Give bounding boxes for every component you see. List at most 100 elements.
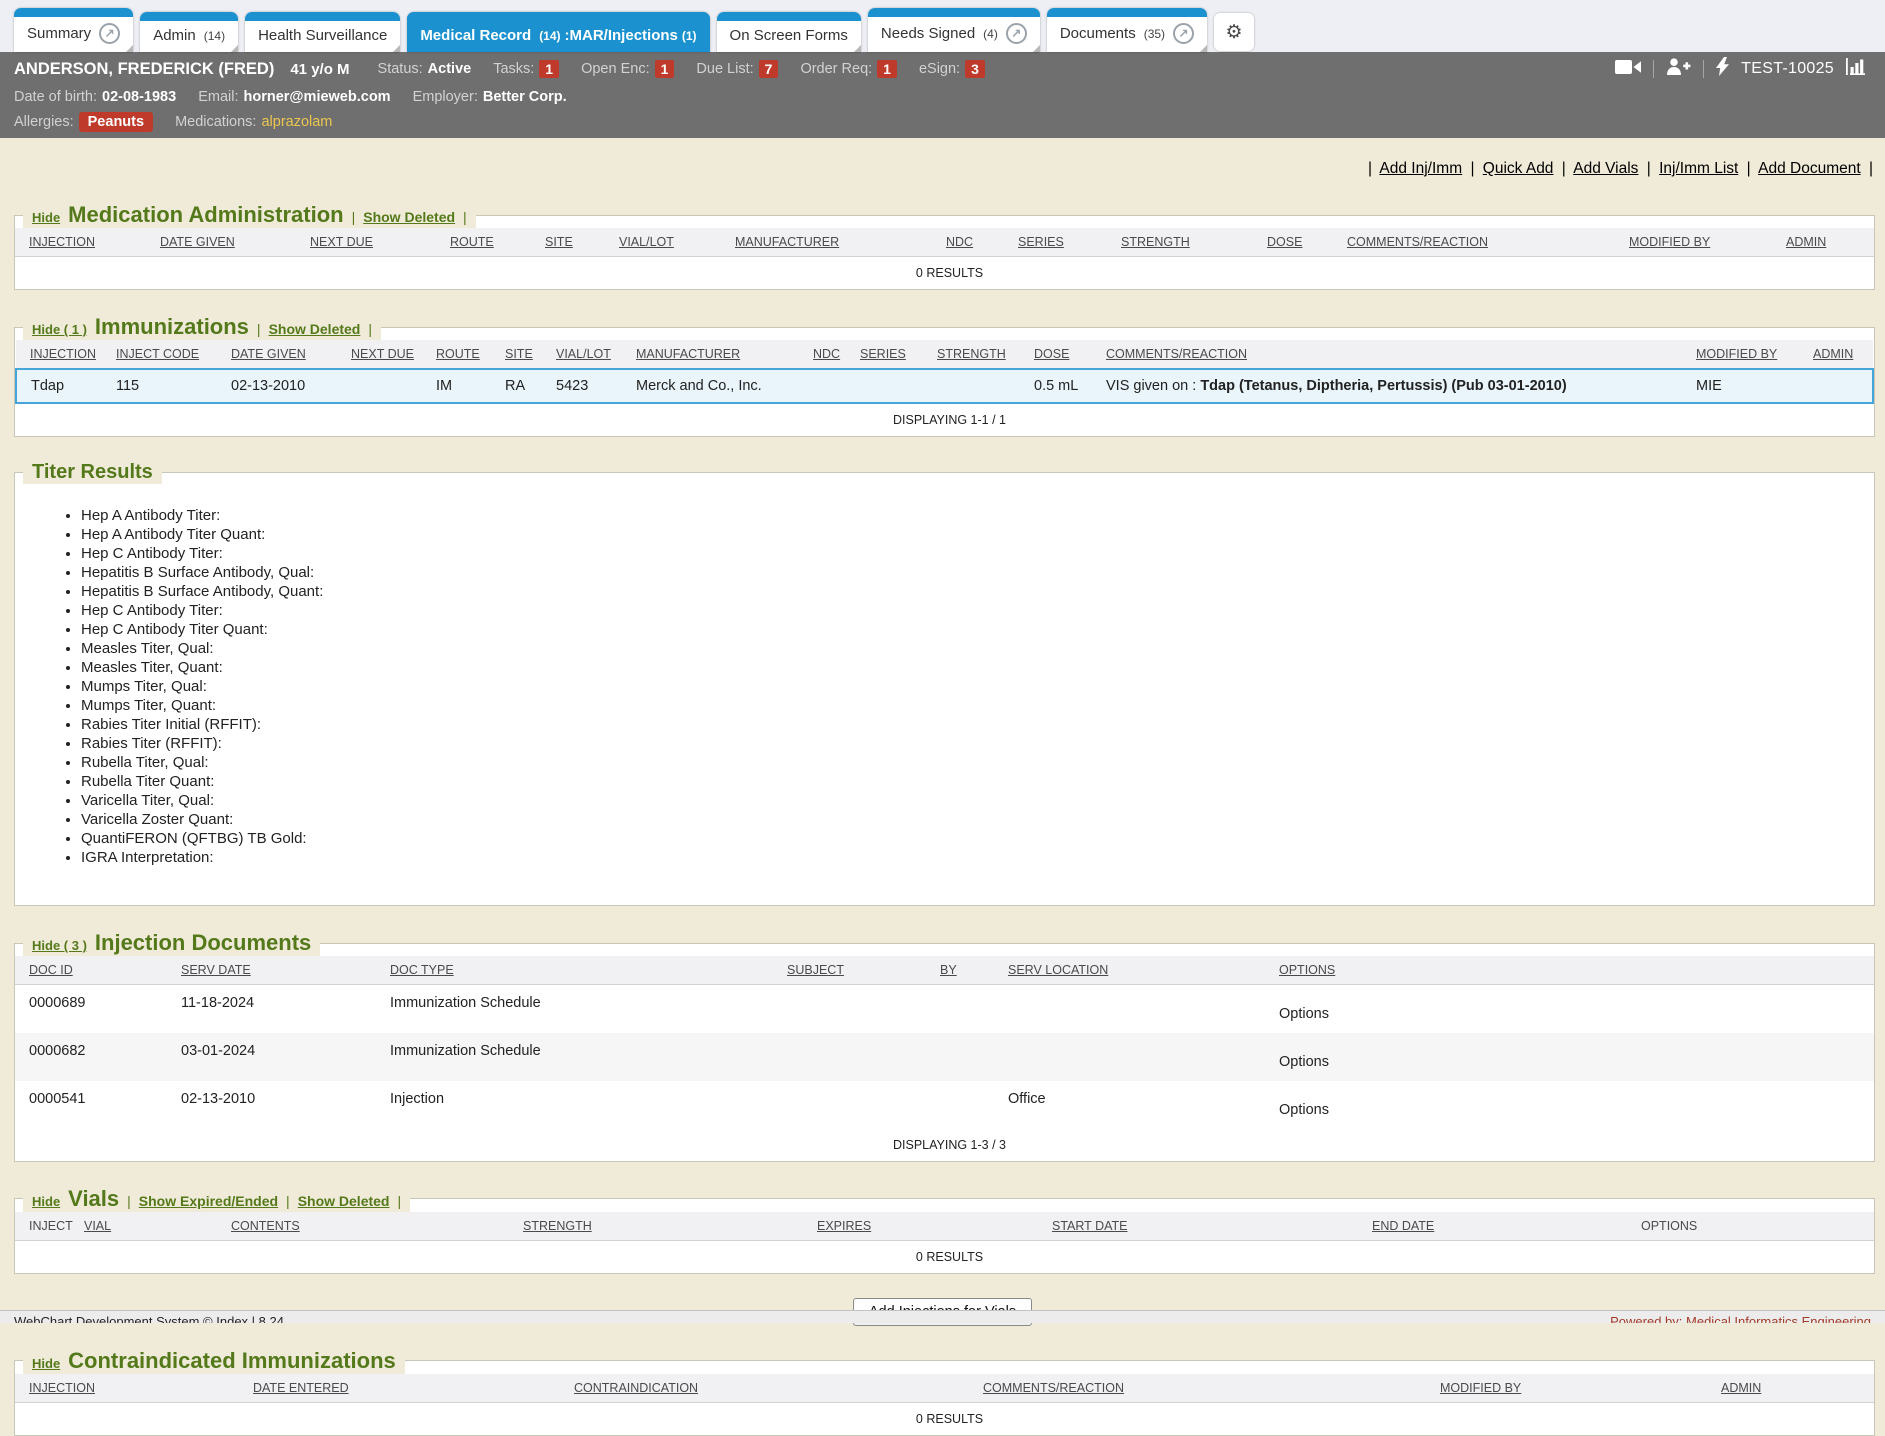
col-expires[interactable]: EXPIRES [813, 1212, 1048, 1241]
separator: | [1368, 160, 1372, 177]
popout-icon[interactable]: ↗ [1006, 23, 1027, 44]
col-strength[interactable]: STRENGTH [933, 340, 1030, 369]
allergy-badge[interactable]: Peanuts [79, 112, 153, 132]
settings-gear-button[interactable]: ⚙ [1214, 13, 1254, 51]
col-series[interactable]: SERIES [856, 340, 933, 369]
popout-icon[interactable]: ↗ [1173, 23, 1194, 44]
col-contraindication[interactable]: CONTRAINDICATION [570, 1374, 979, 1403]
esign-badge[interactable]: 3 [965, 60, 985, 78]
document-row[interactable]: 0000682 03-01-2024 Immunization Schedule… [15, 1033, 1874, 1081]
tab-health-surveillance[interactable]: Health Surveillance [245, 12, 400, 52]
col-doc-id[interactable]: DOC ID [15, 956, 177, 985]
col-comments-reaction[interactable]: COMMENTS/REACTION [979, 1374, 1436, 1403]
hide-immunizations-link[interactable]: Hide ( 1 ) [32, 322, 87, 337]
vials-show-deleted-link[interactable]: Show Deleted [298, 1193, 390, 1209]
add-vials-link[interactable]: Add Vials [1573, 160, 1638, 177]
col-injection[interactable]: INJECTION [15, 1374, 249, 1403]
add-user-icon[interactable] [1666, 58, 1691, 80]
col-comments-reaction[interactable]: COMMENTS/REACTION [1343, 228, 1625, 257]
col-comments-reaction[interactable]: COMMENTS/REACTION [1102, 340, 1692, 369]
col-strength[interactable]: STRENGTH [1117, 228, 1263, 257]
medication-value[interactable]: alprazolam [261, 114, 332, 130]
order-req-badge[interactable]: 1 [877, 60, 897, 78]
add-inj-imm-link[interactable]: Add Inj/Imm [1379, 160, 1462, 177]
col-vial-lot[interactable]: VIAL/LOT [615, 228, 731, 257]
video-camera-icon[interactable] [1615, 59, 1641, 80]
col-ndc[interactable]: NDC [942, 228, 1014, 257]
cell-inject-code: 115 [112, 369, 227, 403]
popout-icon[interactable]: ↗ [99, 23, 120, 44]
col-ndc[interactable]: NDC [809, 340, 856, 369]
medadmin-show-deleted-link[interactable]: Show Deleted [363, 209, 455, 225]
col-dose[interactable]: DOSE [1263, 228, 1343, 257]
tab-on-screen-forms[interactable]: On Screen Forms [717, 12, 861, 52]
col-site[interactable]: SITE [541, 228, 615, 257]
col-manufacturer[interactable]: MANUFACTURER [731, 228, 942, 257]
col-next-due[interactable]: NEXT DUE [347, 340, 432, 369]
col-site[interactable]: SITE [501, 340, 552, 369]
quick-add-link[interactable]: Quick Add [1483, 160, 1554, 177]
hide-injection-documents-link[interactable]: Hide ( 3 ) [32, 938, 87, 953]
cell-manufacturer: Merck and Co., Inc. [632, 369, 809, 403]
options-dropdown[interactable]: Options [1275, 985, 1874, 1033]
col-route[interactable]: ROUTE [446, 228, 541, 257]
add-document-link[interactable]: Add Document [1758, 160, 1861, 177]
col-options[interactable]: OPTIONS [1275, 956, 1874, 985]
tab-summary[interactable]: Summary ↗ [14, 8, 133, 52]
col-injection[interactable]: INJECTION [16, 340, 112, 369]
col-next-due[interactable]: NEXT DUE [306, 228, 446, 257]
document-row[interactable]: 0000689 11-18-2024 Immunization Schedule… [15, 985, 1874, 1033]
options-dropdown[interactable]: Options [1275, 1033, 1874, 1081]
col-by[interactable]: BY [936, 956, 1004, 985]
col-series[interactable]: SERIES [1014, 228, 1117, 257]
document-row[interactable]: 0000541 02-13-2010 Injection Office Opti… [15, 1081, 1874, 1129]
col-serv-location[interactable]: SERV LOCATION [1004, 956, 1275, 985]
due-list-badge[interactable]: 7 [759, 60, 779, 78]
col-vial-lot[interactable]: VIAL/LOT [552, 340, 632, 369]
col-options: OPTIONS [1637, 1212, 1874, 1241]
immunization-row-tdap[interactable]: Tdap 115 02-13-2010 IM RA 5423 Merck and… [16, 369, 1873, 403]
tab-documents[interactable]: Documents (35) ↗ [1047, 8, 1207, 52]
section-immunizations: Hide ( 1 ) Immunizations | Show Deleted … [14, 314, 1875, 437]
col-admin[interactable]: ADMIN [1717, 1374, 1874, 1403]
col-inject-code[interactable]: INJECT CODE [112, 340, 227, 369]
immunizations-show-deleted-link[interactable]: Show Deleted [269, 321, 361, 337]
col-admin[interactable]: ADMIN [1782, 228, 1874, 257]
col-dose[interactable]: DOSE [1030, 340, 1102, 369]
tab-medical-record[interactable]: Medical Record (14) :MAR/Injections (1) [407, 12, 709, 52]
col-modified-by[interactable]: MODIFIED BY [1692, 340, 1809, 369]
col-injection[interactable]: INJECTION [15, 228, 156, 257]
col-route[interactable]: ROUTE [432, 340, 501, 369]
col-serv-date[interactable]: SERV DATE [177, 956, 386, 985]
col-manufacturer[interactable]: MANUFACTURER [632, 340, 809, 369]
tasks-label: Tasks: [493, 61, 534, 77]
vials-show-expired-link[interactable]: Show Expired/Ended [139, 1193, 278, 1209]
tasks-badge[interactable]: 1 [539, 60, 559, 78]
cell-by [936, 1033, 1004, 1081]
col-date-given[interactable]: DATE GIVEN [227, 340, 347, 369]
col-contents[interactable]: CONTENTS [227, 1212, 519, 1241]
col-modified-by[interactable]: MODIFIED BY [1625, 228, 1782, 257]
col-admin[interactable]: ADMIN [1809, 340, 1873, 369]
col-date-given[interactable]: DATE GIVEN [156, 228, 306, 257]
hide-medadmin-link[interactable]: Hide [32, 210, 60, 225]
cell-doc-type: Immunization Schedule [386, 985, 783, 1033]
hide-contraindicated-link[interactable]: Hide [32, 1356, 60, 1371]
hide-vials-link[interactable]: Hide [32, 1194, 60, 1209]
inj-imm-list-link[interactable]: Inj/Imm List [1659, 160, 1738, 177]
tab-accent-strip [717, 12, 861, 21]
col-doc-type[interactable]: DOC TYPE [386, 956, 783, 985]
col-date-entered[interactable]: DATE ENTERED [249, 1374, 570, 1403]
tab-admin[interactable]: Admin (14) [140, 12, 238, 52]
col-vial[interactable]: VIAL [80, 1212, 227, 1241]
open-enc-badge[interactable]: 1 [655, 60, 675, 78]
col-end-date[interactable]: END DATE [1368, 1212, 1637, 1241]
col-strength[interactable]: STRENGTH [519, 1212, 813, 1241]
col-start-date[interactable]: START DATE [1048, 1212, 1368, 1241]
col-modified-by[interactable]: MODIFIED BY [1436, 1374, 1717, 1403]
col-subject[interactable]: SUBJECT [783, 956, 936, 985]
options-dropdown[interactable]: Options [1275, 1081, 1874, 1129]
tab-needs-signed[interactable]: Needs Signed (4) ↗ [868, 8, 1040, 52]
lightning-icon[interactable] [1716, 57, 1729, 81]
flowsheet-chart-icon[interactable] [1846, 58, 1867, 80]
